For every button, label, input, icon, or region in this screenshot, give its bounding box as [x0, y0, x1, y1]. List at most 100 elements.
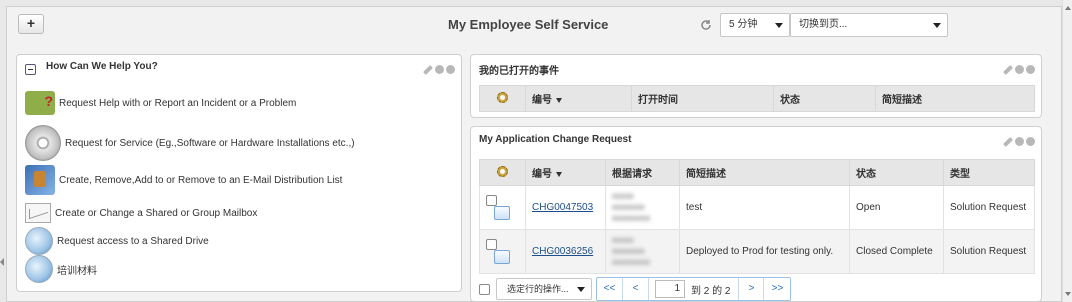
row-checkbox[interactable]: [486, 238, 497, 250]
help-item-label[interactable]: Request Help with or Report an Incident …: [59, 98, 296, 109]
select-all-checkbox[interactable]: [479, 283, 490, 295]
short-description-cell: test: [679, 185, 850, 230]
record-preview-icon[interactable]: [494, 206, 510, 221]
column-settings[interactable]: [479, 159, 526, 186]
close-icon[interactable]: [446, 65, 455, 74]
refresh-icon[interactable]: [435, 65, 444, 74]
column-header[interactable]: 根据请求: [605, 159, 680, 186]
help-panel-title: How Can We Help You?: [46, 61, 158, 72]
globe-icon: [25, 227, 53, 255]
page-number-input[interactable]: 1: [655, 280, 685, 298]
state-cell: Open: [849, 185, 944, 230]
help-item-label[interactable]: Request for Service (Eg.,Software or Har…: [65, 138, 355, 149]
chevron-down-icon: [933, 23, 941, 28]
column-header[interactable]: 状态: [773, 85, 876, 112]
gear-icon[interactable]: [497, 165, 508, 177]
help-item-label[interactable]: Create or Change a Shared or Group Mailb…: [55, 208, 257, 219]
bulk-action-select[interactable]: 选定行的操作...: [496, 278, 592, 300]
switch-page-value: 切换到页...: [799, 19, 848, 30]
scroll-down-arrow-icon[interactable]: [1065, 292, 1071, 296]
table-row: CHG0036256 ■■■■ ■■■■■■ ■■■■■■■ Deployed to…: [479, 229, 1035, 274]
row-checkbox[interactable]: [486, 194, 497, 206]
column-header[interactable]: 类型: [943, 159, 1035, 186]
panel-tools: [423, 65, 455, 75]
page-title: My Employee Self Service: [448, 17, 609, 32]
help-item-service[interactable]: Request for Service (Eg.,Software or Har…: [25, 125, 355, 161]
help-item-label[interactable]: Create, Remove,Add to or Remove to an E-…: [59, 175, 342, 186]
table-header-row: 编号 根据请求 简短描述 状态 类型: [479, 159, 1035, 186]
scroll-up-arrow-icon[interactable]: [1065, 6, 1071, 10]
column-header[interactable]: 简短描述: [679, 159, 850, 186]
next-page-button[interactable]: >: [738, 278, 765, 300]
help-item-training[interactable]: 培训材料: [25, 255, 97, 283]
column-header[interactable]: 编号: [525, 159, 606, 186]
edit-icon[interactable]: [1003, 65, 1013, 75]
column-header[interactable]: 打开时间: [631, 85, 774, 112]
scroll-left-arrow-icon[interactable]: [0, 258, 4, 266]
help-item-label[interactable]: 培训材料: [57, 262, 97, 277]
opened-events-title: 我的已打开的事件: [479, 66, 559, 77]
requested-by-blurred: ■■■■ ■■■■■■ ■■■■■■■: [612, 235, 651, 267]
record-link[interactable]: CHG0036256: [532, 246, 593, 257]
change-request-table: 编号 根据请求 简短描述 状态 类型 CHG0047503 ■■■■ ■■■■■■…: [479, 159, 1035, 274]
number-cell: CHG0047503: [525, 185, 606, 230]
help-item-incident[interactable]: Request Help with or Report an Incident …: [25, 91, 296, 115]
vertical-scrollbar[interactable]: [1062, 0, 1072, 302]
close-icon[interactable]: [1026, 65, 1035, 74]
column-header[interactable]: 状态: [849, 159, 944, 186]
chevron-down-icon: [577, 287, 585, 292]
record-link[interactable]: CHG0047503: [532, 202, 593, 213]
pagination: << < 1 到 2 的 2 > >>: [596, 277, 792, 301]
refresh-icon[interactable]: [700, 19, 712, 31]
requested-by-cell: ■■■■ ■■■■■■ ■■■■■■■: [605, 185, 680, 230]
list-footer: 选定行的操作... << < 1 到 2 的 2 > >>: [479, 277, 792, 301]
requested-by-blurred: ■■■■ ■■■■■■ ■■■■■■■: [612, 191, 651, 223]
opened-events-table: 编号 打开时间 状态 简短描述: [479, 85, 1035, 112]
cd-disc-icon: [25, 125, 61, 161]
add-widget-button[interactable]: +: [18, 14, 44, 34]
opened-events-panel: 我的已打开的事件 编号 打开时间 状态 简短描述: [470, 54, 1042, 118]
refresh-interval-value: 5 分钟: [729, 19, 758, 30]
collapse-icon[interactable]: [25, 64, 36, 75]
envelope-icon: [25, 203, 51, 223]
help-item-label[interactable]: Request access to a Shared Drive: [57, 236, 209, 247]
help-panel-header: How Can We Help You?: [25, 61, 158, 75]
page-count-text: 到 2 的 2: [691, 285, 731, 297]
edit-icon[interactable]: [423, 65, 433, 75]
requested-by-cell: ■■■■ ■■■■■■ ■■■■■■■: [605, 229, 680, 274]
number-cell: CHG0036256: [525, 229, 606, 274]
prev-page-button[interactable]: <: [623, 278, 649, 300]
first-page-button[interactable]: <<: [597, 278, 623, 300]
sort-down-icon: [556, 98, 562, 103]
refresh-icon[interactable]: [1015, 137, 1024, 146]
change-request-panel: My Application Change Request 编号 根据请求 简短…: [470, 126, 1042, 302]
row-select-cell: [479, 185, 526, 230]
help-item-distribution-list[interactable]: Create, Remove,Add to or Remove to an E-…: [25, 165, 342, 195]
table-row: CHG0047503 ■■■■ ■■■■■■ ■■■■■■■ test Open S…: [479, 185, 1035, 230]
column-header[interactable]: 编号: [525, 85, 632, 112]
last-page-button[interactable]: >>: [764, 278, 790, 300]
sort-down-icon: [556, 172, 562, 177]
help-item-shared-drive[interactable]: Request access to a Shared Drive: [25, 227, 209, 255]
incident-chat-icon: [25, 91, 55, 115]
help-item-mailbox[interactable]: Create or Change a Shared or Group Mailb…: [25, 203, 257, 223]
address-book-icon: [25, 165, 55, 195]
bulk-action-value: 选定行的操作...: [507, 284, 569, 294]
switch-page-select[interactable]: 切换到页...: [790, 13, 948, 37]
column-header[interactable]: 简短描述: [875, 85, 1035, 112]
globe-icon: [25, 255, 53, 283]
type-cell: Solution Request: [943, 185, 1035, 230]
edit-icon[interactable]: [1003, 137, 1013, 147]
table-header-row: 编号 打开时间 状态 简短描述: [479, 85, 1035, 112]
record-preview-icon[interactable]: [494, 250, 510, 265]
gear-icon[interactable]: [497, 91, 508, 103]
refresh-icon[interactable]: [1015, 65, 1024, 74]
close-icon[interactable]: [1026, 137, 1035, 146]
refresh-interval-select[interactable]: 5 分钟: [720, 13, 790, 37]
state-cell: Closed Complete: [849, 229, 944, 274]
help-panel: How Can We Help You? Request Help with o…: [16, 54, 462, 292]
type-cell: Solution Request: [943, 229, 1035, 274]
short-description-cell: Deployed to Prod for testing only.: [679, 229, 850, 274]
row-select-cell: [479, 229, 526, 274]
column-settings[interactable]: [479, 85, 526, 112]
